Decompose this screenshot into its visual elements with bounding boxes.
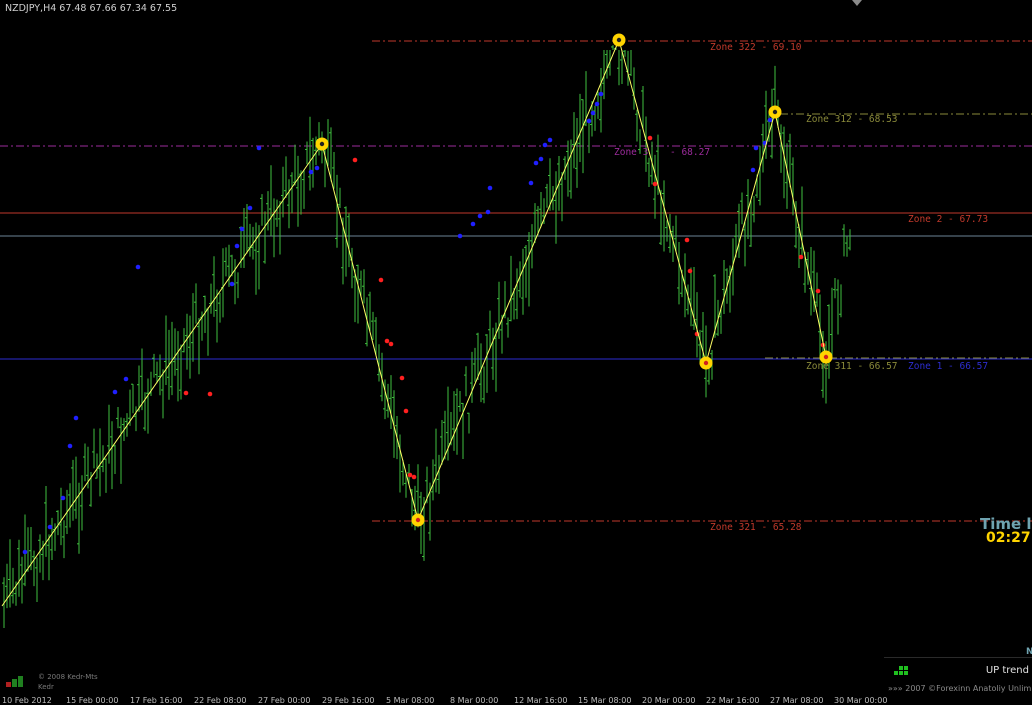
zone-2-label: Zone 2 - 67.73 xyxy=(908,214,988,225)
zone-312-label: Zone 312 - 68.53 xyxy=(806,114,898,125)
zone-1-label: Zone 1 - 66.57 xyxy=(908,361,988,372)
fractal-up-marker xyxy=(229,281,235,287)
fractal-up-marker xyxy=(533,160,539,166)
zone-322-label: Zone 322 - 69.10 xyxy=(710,42,802,53)
watermark-copyright: © 2008 Kedr-Mts xyxy=(38,673,98,681)
time-axis-label: 22 Feb 08:00 xyxy=(194,696,247,705)
fractal-down-marker xyxy=(388,341,394,347)
fractal-up-marker xyxy=(767,117,773,123)
fractal-markers xyxy=(22,91,826,555)
fractal-up-marker xyxy=(22,549,28,555)
zone-3-label-tail: - 68.27 xyxy=(670,147,710,158)
timer-value: 02:27 xyxy=(986,530,1031,546)
fractal-up-marker xyxy=(73,415,79,421)
fractal-down-marker xyxy=(652,181,658,187)
time-axis-label: 8 Mar 00:00 xyxy=(450,696,499,705)
fractal-up-marker xyxy=(594,101,600,107)
fractal-up-marker xyxy=(239,226,245,232)
fractal-up-marker xyxy=(135,264,141,270)
fractal-up-marker xyxy=(750,167,756,173)
fractal-up-marker xyxy=(234,243,240,249)
trend-copyright: »»» 2007 ©Forexinn Anatoliy Unlimi xyxy=(888,684,1032,693)
time-axis-label: 27 Mar 08:00 xyxy=(770,696,824,705)
trend-panel: UP trend »»» 2007 ©Forexinn Anatoliy Unl… xyxy=(884,657,1032,693)
fractal-up-marker xyxy=(123,376,129,382)
chart-shift-icon[interactable] xyxy=(852,0,862,6)
fractal-up-marker xyxy=(598,91,604,97)
watermark-name: Kedr xyxy=(38,683,54,691)
time-axis-label: 22 Mar 16:00 xyxy=(706,696,760,705)
fractal-down-marker xyxy=(399,375,405,381)
fractal-up-marker xyxy=(47,524,53,530)
fractal-up-marker xyxy=(586,118,592,124)
fractal-up-marker xyxy=(542,142,548,148)
fractal-down-marker xyxy=(403,408,409,414)
fractal-down-marker xyxy=(384,338,390,344)
fractal-down-marker xyxy=(183,390,189,396)
fractal-up-marker xyxy=(247,205,253,211)
fractal-up-marker xyxy=(753,145,759,151)
zone-311-label: Zone 311 - 66.57 xyxy=(806,361,898,372)
fractal-up-marker xyxy=(487,185,493,191)
trend-text: UP trend xyxy=(985,665,1029,676)
chart-window[interactable]: Zone 322 - 69.10 Zone 312 - 68.53 Zone 3… xyxy=(0,0,1032,705)
n-label: N xyxy=(1026,647,1032,657)
time-axis-label: 20 Mar 00:00 xyxy=(642,696,696,705)
time-axis-label: 30 Mar 00:00 xyxy=(834,696,888,705)
fractal-up-marker xyxy=(314,165,320,171)
fractal-up-marker xyxy=(112,389,118,395)
fractal-down-marker xyxy=(411,474,417,480)
time-axis-label: 27 Feb 00:00 xyxy=(258,696,311,705)
fractal-up-marker xyxy=(547,137,553,143)
zone-321-label: Zone 321 - 65.28 xyxy=(710,522,802,533)
fractal-up-marker xyxy=(470,221,476,227)
time-axis: 10 Feb 2012 15 Feb 00:00 17 Feb 16:00 22 Fe… xyxy=(0,697,1032,705)
zigzag-pivot-center xyxy=(823,354,829,360)
fractal-up-marker xyxy=(457,233,463,239)
fractal-down-marker xyxy=(647,135,653,141)
ohlc-bars xyxy=(2,45,851,629)
symbol-info: NZDJPY,H4 67.48 67.66 67.34 67.55 xyxy=(5,3,178,14)
fractal-down-marker xyxy=(352,157,358,163)
zigzag-pivot-center xyxy=(616,37,622,43)
price-chart[interactable]: Zone 322 - 69.10 Zone 312 - 68.53 Zone 3… xyxy=(0,0,1032,705)
fractal-down-marker xyxy=(378,277,384,283)
fractal-down-marker xyxy=(798,254,804,260)
fractal-up-marker xyxy=(485,209,491,215)
fractal-up-marker xyxy=(256,145,262,151)
fractal-down-marker xyxy=(687,268,693,274)
zone-3-label: Zone 3 xyxy=(614,147,648,158)
time-axis-label: 10 Feb 2012 xyxy=(2,696,52,705)
time-axis-label: 17 Feb 16:00 xyxy=(130,696,183,705)
trend-bars-icon xyxy=(894,666,908,675)
fractal-down-marker xyxy=(684,237,690,243)
fractal-up-marker xyxy=(590,110,596,116)
pivot-markers xyxy=(315,33,833,527)
zigzag-pivot-center xyxy=(319,141,325,147)
fractal-up-marker xyxy=(67,443,73,449)
time-axis-label: 15 Feb 00:00 xyxy=(66,696,119,705)
time-axis-label: 15 Mar 08:00 xyxy=(578,696,632,705)
zigzag-pivot-center xyxy=(415,517,421,523)
zigzag-pivot-center xyxy=(772,109,778,115)
fractal-up-marker xyxy=(538,156,544,162)
fractal-down-marker xyxy=(407,472,413,478)
fractal-down-marker xyxy=(815,288,821,294)
zigzag-pivot-center xyxy=(703,360,709,366)
time-axis-label: 12 Mar 16:00 xyxy=(514,696,568,705)
time-axis-label: 5 Mar 08:00 xyxy=(386,696,435,705)
fractal-down-marker xyxy=(207,391,213,397)
fractal-up-marker xyxy=(477,213,483,219)
fractal-up-marker xyxy=(60,495,66,501)
time-axis-label: 29 Feb 16:00 xyxy=(322,696,375,705)
kedr-logo-icon xyxy=(6,676,23,687)
fractal-up-marker xyxy=(308,169,314,175)
fractal-up-marker xyxy=(528,180,534,186)
